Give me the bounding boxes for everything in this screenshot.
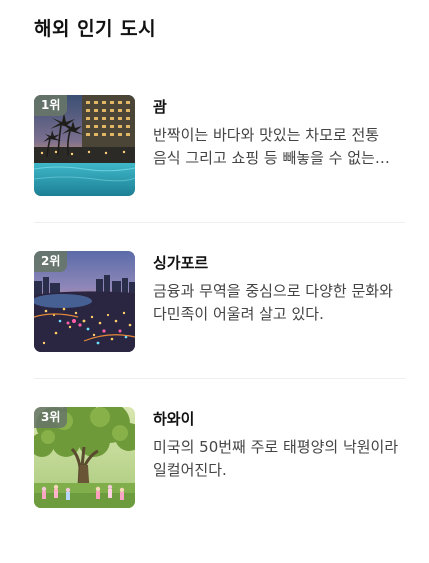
section-title: 해외 인기 도시 bbox=[34, 18, 157, 40]
rank-badge: 3위 bbox=[34, 407, 68, 428]
popular-cities-list: 1위 괌 반짝이는 바다와 맛있는 차모로 전통 음식 그리고 쇼핑 등 빼놓을… bbox=[34, 95, 405, 563]
city-description: 반짝이는 바다와 맛있는 차모로 전통 음식 그리고 쇼핑 등 빼놓을 수 없는… bbox=[153, 126, 380, 167]
city-name[interactable]: 하와이 bbox=[153, 408, 405, 430]
city-info: 괌 반짝이는 바다와 맛있는 차모로 전통 음식 그리고 쇼핑 등 빼놓을 수 … bbox=[153, 96, 405, 170]
city-info: 하와이 미국의 50번째 주로 태평양의 낙원이라 일컬어진다. bbox=[153, 408, 405, 482]
city-description: 금융과 무역을 중심으로 다양한 문화와 다민족이 어울려 살고 있다. bbox=[153, 282, 393, 323]
city-info: 싱가포르 금융과 무역을 중심으로 다양한 문화와 다민족이 어울려 살고 있다… bbox=[153, 252, 405, 326]
city-description: 미국의 50번째 주로 태평양의 낙원이라 일컬어진다. bbox=[153, 438, 399, 479]
rank-badge: 2위 bbox=[34, 251, 68, 272]
city-thumbnail-singapore[interactable]: 2위 bbox=[34, 251, 135, 352]
list-item-singapore[interactable]: 2위 싱가포르 금융과 무역을 중심으로 다양한 문화와 다민족이 어울려 살고… bbox=[34, 251, 405, 407]
rank-badge: 1위 bbox=[34, 95, 68, 116]
divider bbox=[34, 378, 405, 379]
city-thumbnail-guam[interactable]: 1위 bbox=[34, 95, 135, 196]
city-name[interactable]: 괌 bbox=[153, 96, 405, 118]
divider bbox=[34, 222, 405, 223]
list-item-guam[interactable]: 1위 괌 반짝이는 바다와 맛있는 차모로 전통 음식 그리고 쇼핑 등 빼놓을… bbox=[34, 95, 405, 251]
city-name[interactable]: 싱가포르 bbox=[153, 252, 405, 274]
list-item-hawaii[interactable]: 3위 하와이 미국의 50번째 주로 태평양의 낙원이라 일컬어진다. bbox=[34, 407, 405, 563]
city-thumbnail-hawaii[interactable]: 3위 bbox=[34, 407, 135, 508]
